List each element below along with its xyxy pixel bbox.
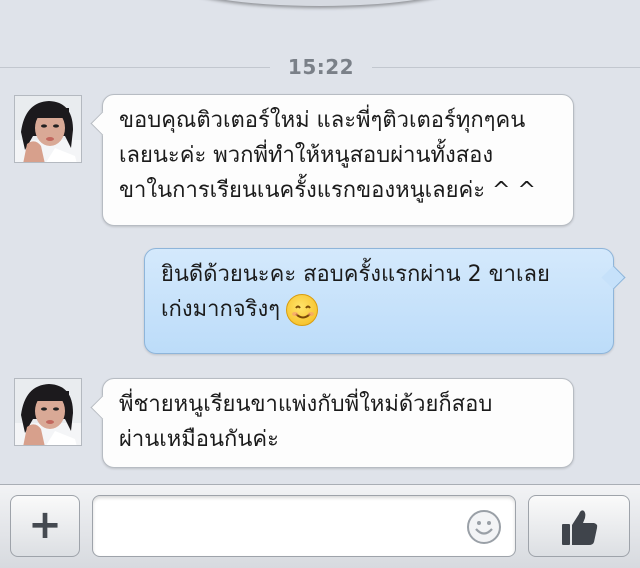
send-like-button[interactable] [528, 495, 630, 557]
message-text-line: พี่ชายหนูเรียนขาแพ่งกับพี่ใหม่ด้วยก็สอบ [119, 392, 493, 417]
incoming-message-bubble[interactable]: พี่ชายหนูเรียนขาแพ่งกับพี่ใหม่ด้วยก็สอบ … [102, 378, 574, 468]
message-input[interactable] [92, 495, 516, 557]
contact-avatar[interactable] [14, 95, 82, 163]
message-text-line-with-emoji: เก่งมากจริงๆ [161, 292, 597, 327]
message-composer-bar: + [0, 484, 640, 568]
outgoing-message-bubble[interactable]: ยินดีด้วยนะคะ สอบครั้งแรกผ่าน 2 ขาเลย เก… [144, 248, 614, 354]
divider-line-right [372, 67, 640, 68]
message-text-line: ผ่านเหมือนกันค่ะ [119, 427, 279, 452]
contact-avatar-image [15, 96, 81, 162]
thumbs-up-icon [562, 510, 598, 545]
message-text-line: เลยนะค่ะ พวกพี่ทำให้หนูสอบผ่านทั้งสอง [119, 143, 494, 168]
contact-avatar[interactable] [14, 378, 82, 446]
contact-avatar-image [15, 379, 81, 445]
smiling-face-emoji-icon [286, 294, 319, 326]
message-text-line: ขาในการเรียนเนครั้งแรกของหนูเลยค่ะ ^ ^ [119, 178, 536, 203]
add-attachment-button[interactable]: + [10, 495, 80, 557]
smiley-icon[interactable] [466, 509, 502, 545]
message-text-line: ขอบคุณติวเตอร์ใหม่ และพี่ๆติวเตอร์ทุกๆคน [119, 108, 526, 133]
message-text: เก่งมากจริงๆ [161, 297, 281, 322]
timestamp: 15:22 [287, 55, 355, 79]
message-text-line: ยินดีด้วยนะคะ สอบครั้งแรกผ่าน 2 ขาเลย [161, 262, 550, 287]
divider-line-left [0, 67, 270, 68]
incoming-message-bubble[interactable]: ขอบคุณติวเตอร์ใหม่ และพี่ๆติวเตอร์ทุกๆคน… [102, 94, 574, 226]
timestamp-divider: 15:22 [0, 55, 640, 81]
profile-photo-edge [180, 0, 460, 6]
